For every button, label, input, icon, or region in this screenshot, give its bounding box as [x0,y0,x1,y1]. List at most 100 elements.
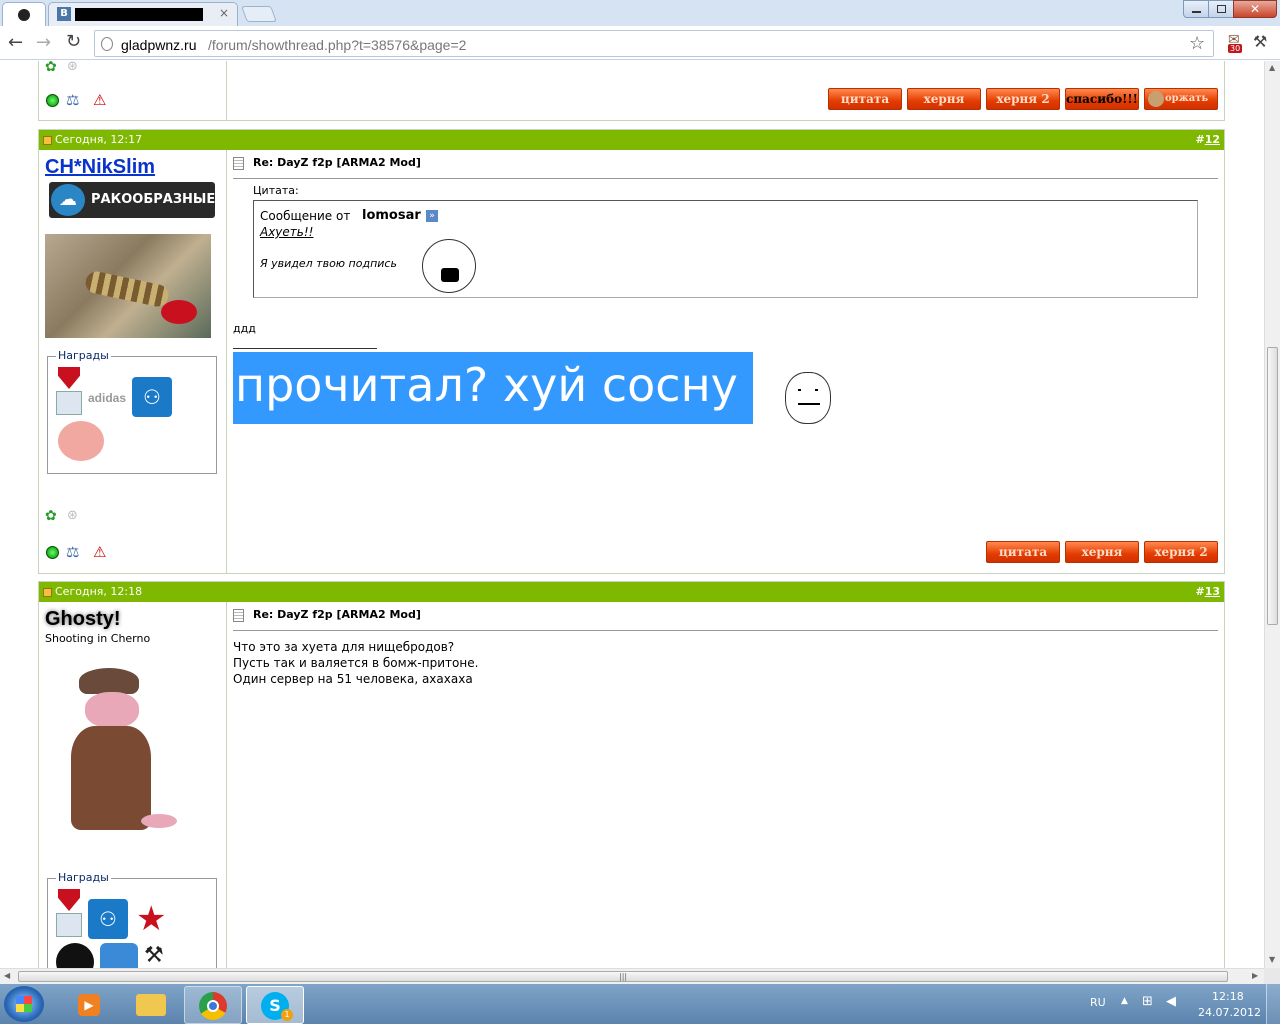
post-13-usercol: Ghosty! Shooting in Cherno Награды ⚇ ★ ⚒ [39,602,227,968]
reputation-scales-icon[interactable]: ⚖ [66,543,79,561]
scroll-left-icon[interactable]: ◀ [4,971,10,980]
avatar-tail-shape [141,814,177,828]
post-13-avatar [45,658,185,858]
rage-face-mouth [441,268,459,282]
post-13-number-link[interactable]: 13 [1205,585,1220,598]
post-12-date: Сегодня, 12:17 [55,133,143,146]
post-13-username[interactable]: Ghosty! [45,608,121,631]
back-arrow-icon[interactable]: ← [8,32,23,53]
taskbar-chrome[interactable] [184,986,242,1024]
post-12-body: ддд [233,322,256,335]
post-13-number-prefix: # [1195,585,1205,598]
new-tab-button[interactable] [241,6,277,22]
close-icon: ✕ [1249,2,1261,16]
taskbar-explorer[interactable] [122,986,180,1024]
rage-face-icon [422,239,476,293]
laugh-button-label: оржать [1165,93,1209,104]
scroll-up-icon[interactable]: ▲ [1269,63,1275,72]
post-12-number[interactable]: #12 [1195,133,1220,146]
crap2-button-12[interactable]: херня 2 [1144,541,1218,563]
post-previous-usercol: ✿ ⊛ ⚖ ⚠ [39,61,227,121]
taskbar-skype[interactable]: S 1 [246,986,304,1024]
post-document-icon [233,609,244,622]
poker-face-icon [785,372,831,424]
media-player-icon: ▶ [78,994,100,1016]
tab-close-icon[interactable]: × [219,6,229,20]
volume-icon[interactable]: ◀ [1166,994,1176,1009]
vertical-scrollbar[interactable]: ▲ ▼ [1264,61,1280,968]
post-12-awards-label: Награды [56,349,111,362]
post-13-content: Re: DayZ f2p [ARMA2 Mod] Что это за хует… [227,602,1224,968]
post-13-line-3: Один сервер на 51 человека, ахахаха [233,672,473,686]
network-icon[interactable]: ⊞ [1142,994,1153,1009]
scroll-right-icon[interactable]: ▶ [1252,971,1258,980]
post-12-awards: Награды adidas ⚇ [47,349,217,474]
post-13-number[interactable]: #13 [1195,585,1220,598]
post-13-line-2: Пусть так и валяется в бомж-притоне. [233,656,479,670]
thanks-button-prev[interactable]: спасибо!!! [1065,88,1139,110]
crap2-button-prev[interactable]: херня 2 [986,88,1060,110]
maximize-button[interactable] [1208,0,1234,18]
laugh-button-prev[interactable]: оржать [1144,88,1218,110]
start-button[interactable] [4,986,44,1022]
post-12-number-link[interactable]: 12 [1205,133,1220,146]
tray-expand-icon[interactable]: ▲ [1121,996,1128,1006]
online-status-icon [46,546,59,559]
report-warning-icon: ⚠ [93,91,107,109]
reload-icon[interactable]: ↻ [66,31,81,52]
tab-favicon-icon [18,9,30,21]
crap-button-12[interactable]: херня [1065,541,1139,563]
browser-toolbar: ← → ↻ gladpwnz.ru /forum/showthread.php?… [0,26,1280,60]
quote-author: lomosar [362,208,421,223]
reputation-scales-icon: ⚖ [66,91,80,109]
post-13-user-title: Shooting in Cherno [45,632,151,645]
post-12-usercol: CH*NikSlim ☁ РАКООБРАЗНЫЕ Награды adidas… [39,150,227,573]
avatar-face-shape [85,692,139,728]
award-adidas-icon: adidas [88,391,127,405]
post-13-awards-label: Награды [56,871,111,884]
extension-badge: 30 [1228,44,1243,53]
quote-button-12[interactable]: цитата [986,541,1060,563]
page-icon [101,37,113,51]
skype-offline-icon: ⊛ [67,508,78,523]
post-status-icon [43,588,52,597]
post-document-icon [233,157,244,170]
address-bar[interactable]: gladpwnz.ru /forum/showthread.php?t=3857… [94,30,1214,57]
report-warning-icon[interactable]: ⚠ [93,543,106,561]
wrench-icon[interactable]: ⚒ [1253,32,1267,51]
tab-first[interactable] [2,2,46,26]
signature-text: прочитал? хуй сосну [235,358,738,412]
award-pig-icon [58,421,104,461]
post-13-date: Сегодня, 12:18 [55,585,143,598]
extension-icon[interactable]: ✉ 30 [1226,32,1244,54]
folder-icon [136,994,166,1016]
minimize-icon [1192,11,1201,13]
vertical-scroll-thumb[interactable] [1267,347,1278,625]
clock-date[interactable]: 24.07.2012 [1198,1006,1261,1019]
award-logo-icon [56,913,82,937]
tab-title-redacted [75,8,203,21]
horizontal-scrollbar[interactable]: ◀ ||| ▶ [0,968,1264,984]
award-soviet-star-icon: ★ [136,899,167,939]
skype-badge: 1 [281,1009,293,1021]
post-12-title: Re: DayZ f2p [ARMA2 Mod] [253,156,421,169]
language-indicator[interactable]: RU [1090,996,1106,1009]
post-12-username[interactable]: CH*NikSlim [45,156,155,179]
clock-time[interactable]: 12:18 [1212,990,1244,1003]
minimize-button[interactable] [1183,0,1209,18]
forward-arrow-icon[interactable]: → [36,32,51,53]
post-12-number-prefix: # [1195,133,1205,146]
poker-face-eyes [798,389,818,391]
show-desktop-button[interactable] [1266,984,1280,1024]
quote-button-prev[interactable]: цитата [828,88,902,110]
view-post-arrow-icon[interactable]: » [426,210,438,222]
tab-second[interactable]: В × [48,2,238,26]
horizontal-scroll-thumb[interactable]: ||| [18,971,1228,982]
taskbar-media-player[interactable]: ▶ [60,986,118,1024]
close-window-button[interactable]: ✕ [1233,0,1277,18]
bookmark-star-icon[interactable]: ☆ [1189,33,1205,54]
post-13-title: Re: DayZ f2p [ARMA2 Mod] [253,608,421,621]
crap-button-prev[interactable]: херня [907,88,981,110]
scroll-down-icon[interactable]: ▼ [1269,955,1275,964]
post-12-header: Сегодня, 12:17 #12 [39,130,1224,150]
